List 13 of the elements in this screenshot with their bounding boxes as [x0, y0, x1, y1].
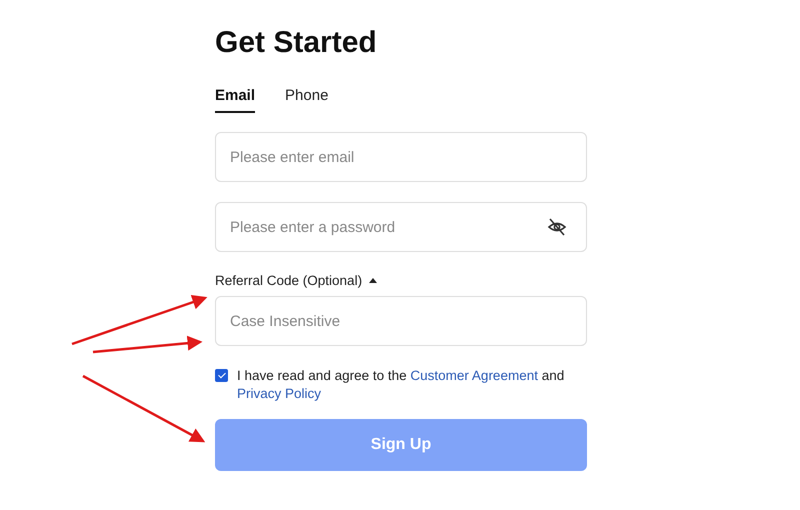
link[interactable]: Privacy Policy: [237, 386, 322, 401]
field-label: Referral Code (Optional): [215, 273, 362, 288]
tab[interactable]: Phone: [285, 87, 328, 113]
password-field[interactable]: Please enter a password: [215, 202, 587, 252]
referral-code-field[interactable]: Case Insensitive: [215, 296, 587, 346]
tab[interactable]: Email: [215, 87, 256, 113]
eye-off-icon[interactable]: [547, 217, 567, 237]
checkbox[interactable]: [215, 369, 228, 382]
caret-up-icon[interactable]: [369, 278, 378, 283]
link[interactable]: Customer Agreement: [410, 368, 538, 383]
page-title: Get Started: [215, 25, 378, 61]
agreement-text: I have read and agree to the Customer Agreement and Privacy Policy: [237, 367, 566, 403]
email-field[interactable]: Please enter email: [215, 132, 587, 182]
